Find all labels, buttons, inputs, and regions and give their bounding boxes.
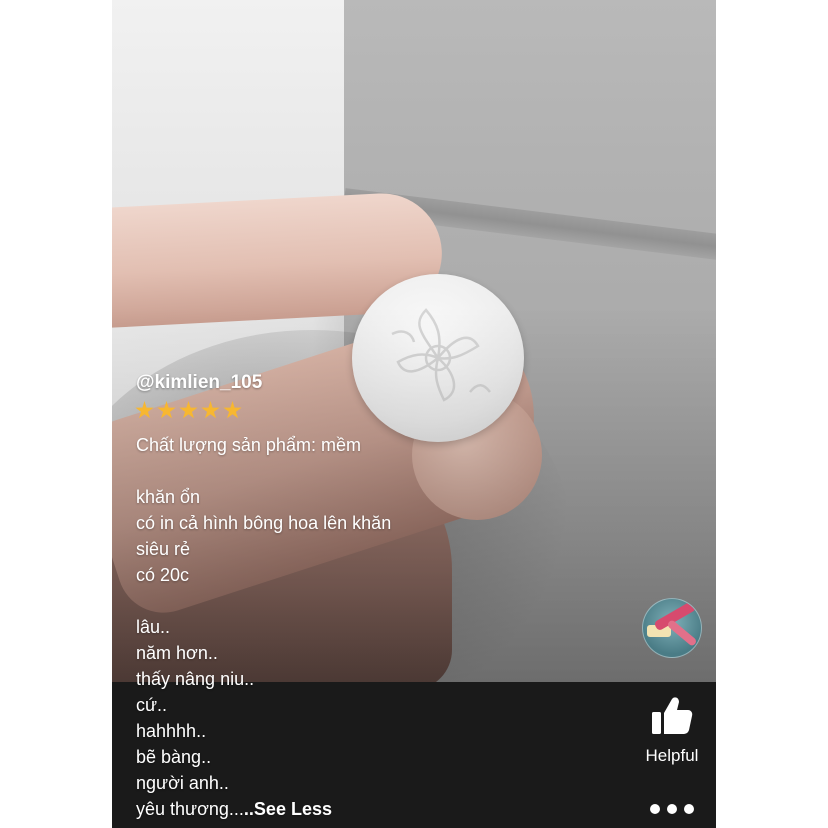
review-line: yêu thương... [136,799,244,819]
helpful-button[interactable]: Helpful [636,694,708,774]
helpful-label: Helpful [645,746,699,765]
more-dots-icon [684,804,694,814]
review-line: thấy nâng niu.. [136,669,255,689]
review-line: có in cả hình bông hoa lên khăn [136,513,392,533]
more-options-button[interactable] [650,798,694,820]
review-line: bẽ bàng.. [136,747,212,767]
see-less-link[interactable]: ..See Less [244,799,332,819]
review-line: khăn ổn [136,487,201,507]
review-text: Chất lượng sản phẩm: mềm khăn ổn có in c… [136,432,596,822]
review-blank-line [136,458,596,484]
review-line: năm hơn.. [136,643,218,663]
avatar-stripe [666,619,698,647]
star-icon [135,401,154,419]
more-dots-icon [650,804,660,814]
star-icon [223,401,242,419]
review-blank-line [136,588,596,614]
review-line: Chất lượng sản phẩm: mềm [136,435,361,455]
star-icon [157,401,176,419]
review-line-last: yêu thương.....See Less [136,796,596,822]
review-line: cứ.. [136,695,168,715]
star-rating [135,401,242,420]
review-line: hahhhh.. [136,721,207,741]
review-line: người anh.. [136,773,229,793]
review-line: có 20c [136,565,190,585]
review-line: siêu rẻ [136,539,191,559]
star-icon [201,401,220,419]
reviewer-username[interactable]: @kimlien_105 [136,372,262,394]
more-dots-icon [667,804,677,814]
review-line: lâu.. [136,617,171,637]
seller-avatar[interactable] [642,598,702,658]
review-media-viewer: @kimlien_105 Chất lượng sản phẩm: mềm kh… [112,0,716,828]
star-icon [179,401,198,419]
thumbs-up-icon [652,697,693,734]
